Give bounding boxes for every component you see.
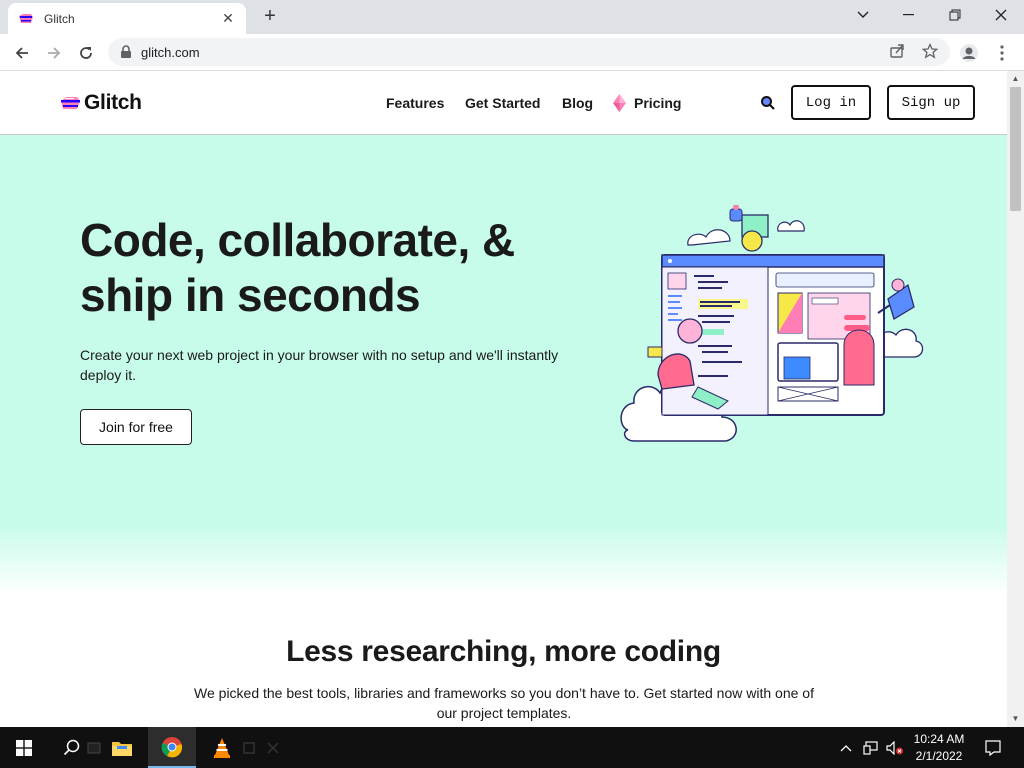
lock-icon[interactable] <box>120 45 132 59</box>
volume-muted-icon[interactable] <box>884 727 906 768</box>
share-icon[interactable] <box>887 41 907 61</box>
browser-tab[interactable]: Glitch ✕ <box>8 3 246 34</box>
taskbar-app-icon[interactable] <box>238 727 260 768</box>
section-title: Less researching, more coding <box>286 635 721 668</box>
profile-avatar-icon[interactable] <box>957 41 981 65</box>
file-explorer-icon[interactable] <box>98 727 146 768</box>
glitch-favicon-icon <box>18 11 34 27</box>
address-bar[interactable]: glitch.com <box>108 38 950 66</box>
tab-search-icon[interactable] <box>840 0 886 30</box>
system-clock[interactable]: 10:24 AM 2/1/2022 <box>906 731 972 765</box>
browser-menu-icon[interactable] <box>990 41 1014 65</box>
gem-icon <box>613 94 626 112</box>
section-subtitle: We picked the best tools, libraries and … <box>194 685 814 721</box>
browser-tabstrip: Glitch ✕ + <box>0 0 1024 34</box>
taskbar-app-icon[interactable] <box>262 727 284 768</box>
search-icon[interactable] <box>760 95 776 111</box>
clock-date: 2/1/2022 <box>915 749 963 763</box>
page-viewport: Glitch Features Get Started Blog Pricing… <box>0 71 1007 727</box>
login-button[interactable]: Log in <box>791 85 871 120</box>
hero-title: Code, collaborate, & ship in seconds <box>80 213 600 323</box>
start-button[interactable] <box>0 727 48 768</box>
nav-link-features[interactable]: Features <box>386 95 444 111</box>
glitch-logo[interactable]: Glitch <box>60 91 142 115</box>
minimize-button[interactable] <box>886 0 932 30</box>
show-hidden-icons-icon[interactable] <box>836 727 856 768</box>
signup-button[interactable]: Sign up <box>887 85 975 120</box>
browser-toolbar: glitch.com <box>0 34 1024 71</box>
close-window-button[interactable] <box>978 0 1024 30</box>
scroll-up-arrow-icon[interactable]: ▲ <box>1007 71 1024 87</box>
new-tab-button[interactable]: + <box>258 4 282 28</box>
restore-button[interactable] <box>932 0 978 30</box>
hero-fade <box>0 525 1007 595</box>
windows-taskbar: 10:24 AM 2/1/2022 <box>0 727 1024 768</box>
url-text: glitch.com <box>141 44 200 60</box>
scrollbar-thumb[interactable] <box>1010 87 1021 211</box>
hero-subtitle: Create your next web project in your bro… <box>80 347 559 383</box>
tab-title: Glitch <box>44 11 75 26</box>
page-scrollbar[interactable]: ▲ ▼ <box>1007 71 1024 727</box>
reload-button[interactable] <box>73 40 99 66</box>
chrome-taskbar-icon[interactable] <box>148 727 196 768</box>
tab-close-icon[interactable]: ✕ <box>220 10 236 27</box>
forward-button[interactable] <box>41 40 67 66</box>
notifications-icon[interactable] <box>978 727 1008 768</box>
clock-time: 10:24 AM <box>913 732 965 746</box>
logo-text: Glitch <box>84 91 142 114</box>
join-for-free-button[interactable]: Join for free <box>80 409 192 445</box>
glitch-logo-icon <box>60 95 81 111</box>
nav-link-pricing[interactable]: Pricing <box>634 95 681 111</box>
hero-title-line-1: Code, collaborate, & <box>80 214 515 266</box>
nav-link-blog[interactable]: Blog <box>562 95 593 111</box>
bookmark-star-icon[interactable] <box>920 41 940 61</box>
hero-title-line-2: ship in seconds <box>80 269 421 321</box>
hero-illustration <box>620 205 924 442</box>
site-header: Glitch Features Get Started Blog Pricing… <box>0 71 1007 135</box>
nav-link-get-started[interactable]: Get Started <box>465 95 540 111</box>
network-icon[interactable] <box>860 727 882 768</box>
scroll-down-arrow-icon[interactable]: ▼ <box>1007 711 1024 727</box>
back-button[interactable] <box>9 40 35 66</box>
